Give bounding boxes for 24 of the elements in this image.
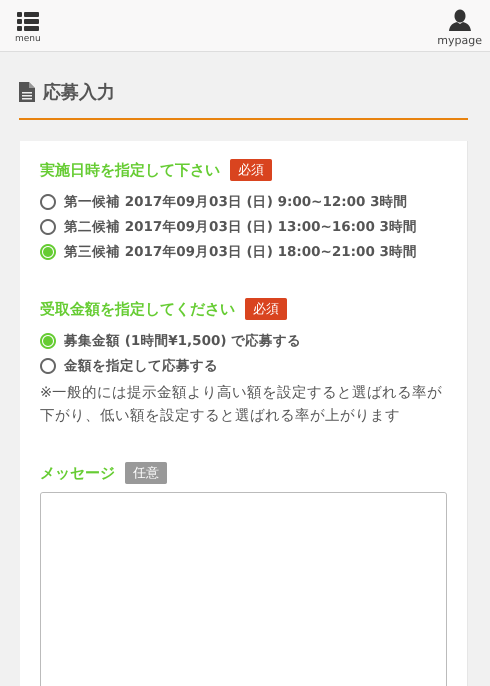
radio-option[interactable]: 第三候補 2017年09月03日 (日) 18:00~21:00 3時間 <box>40 239 447 264</box>
required-badge: 必須 <box>245 298 287 320</box>
optional-badge: 任意 <box>125 462 167 484</box>
radio-button[interactable] <box>40 358 56 374</box>
radio-button[interactable] <box>40 244 56 260</box>
required-badge: 必須 <box>230 159 272 181</box>
user-icon <box>448 9 471 31</box>
mypage-button[interactable]: mypage <box>437 9 482 47</box>
note-text: ※一般的には提示金額より高い額を設定すると選ばれる率が下がり、低い額を設定すると選ばれる率が上がります <box>40 384 444 426</box>
radio-option[interactable]: 募集金額 (1時間¥1,500) で応募する <box>40 328 447 353</box>
message-field[interactable] <box>40 492 447 686</box>
field-label: 受取金額を指定してください <box>40 300 235 318</box>
radio-option[interactable]: 第一候補 2017年09月03日 (日) 9:00~12:00 3時間 <box>40 189 447 214</box>
menu-icon <box>16 12 39 32</box>
radio-option[interactable]: 金額を指定して応募する <box>40 353 447 378</box>
page-title: 応募入力 <box>43 81 115 104</box>
field-label: 実施日時を指定して下さい <box>40 160 220 180</box>
radio-button[interactable] <box>40 218 56 234</box>
field-label: メッセージ <box>40 464 115 482</box>
document-icon <box>19 82 35 102</box>
radio-option[interactable]: 第二候補 2017年09月03日 (日) 13:00~16:00 3時間 <box>40 214 447 239</box>
radio-button[interactable] <box>40 332 56 348</box>
menu-button[interactable]: menu <box>15 12 41 44</box>
radio-button[interactable] <box>40 194 56 210</box>
